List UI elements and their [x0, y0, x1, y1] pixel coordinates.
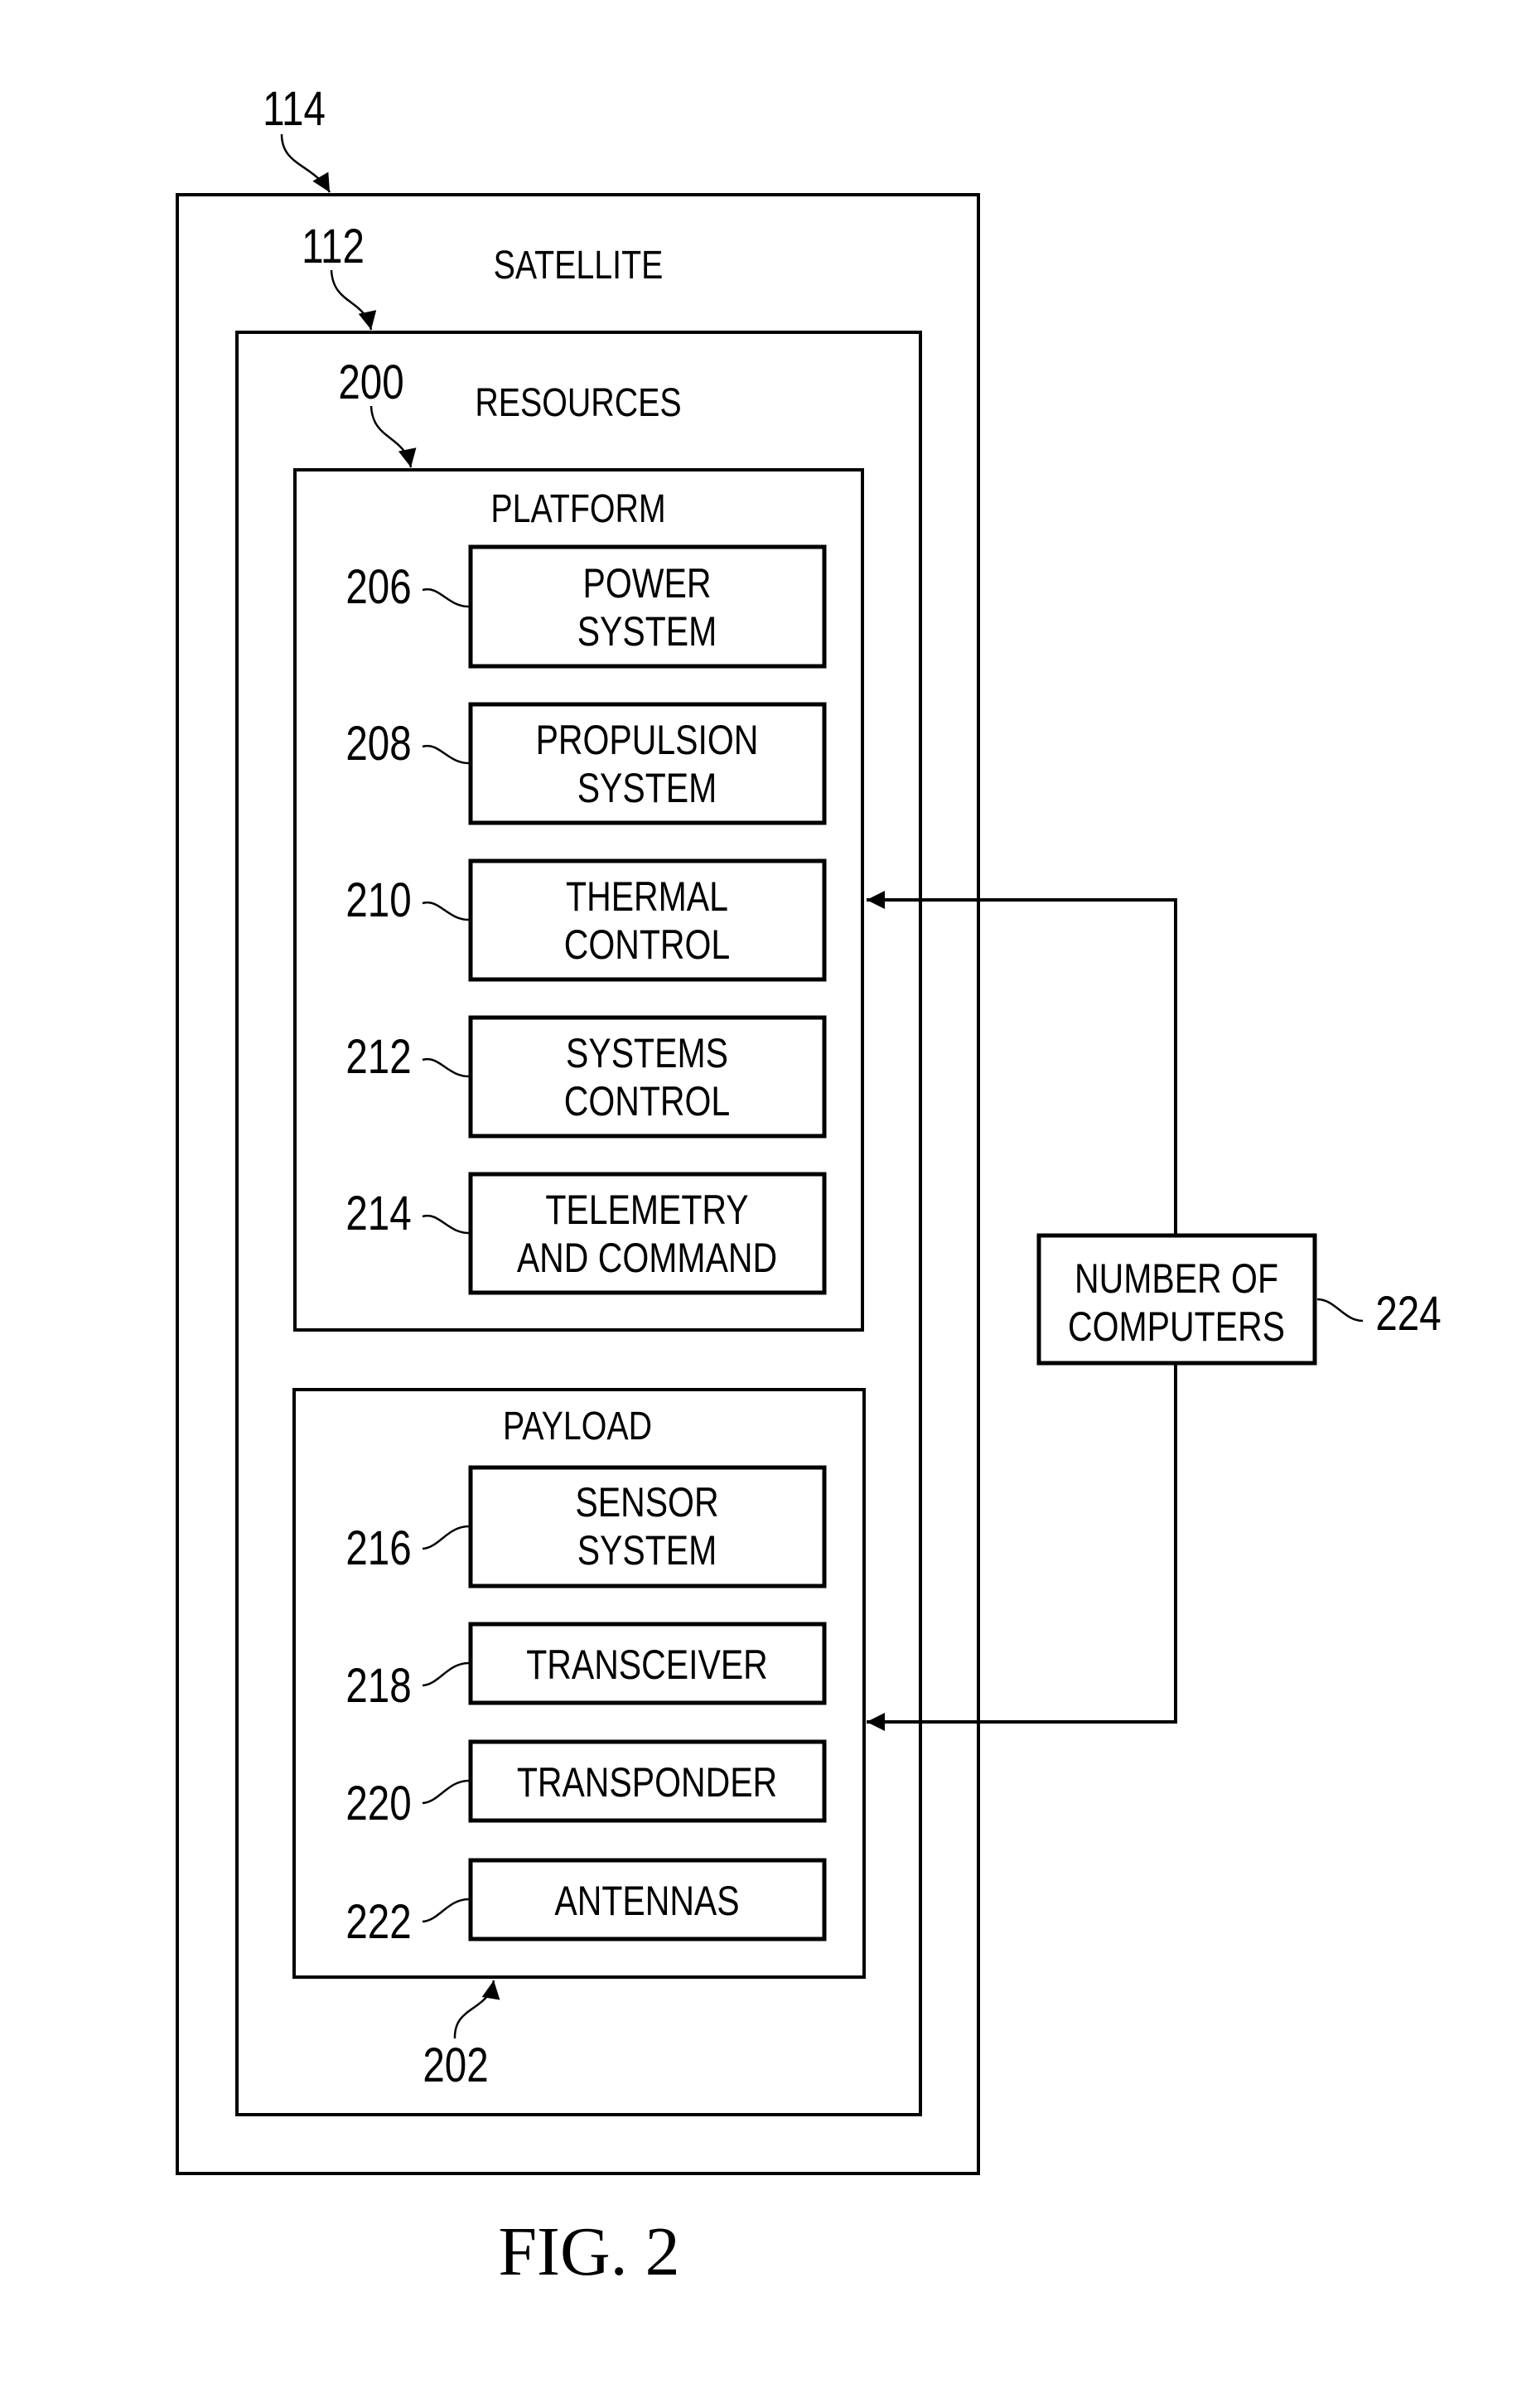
figure-caption: FIG. 2: [498, 2213, 679, 2290]
thermal-control-ref-numeral: 210: [345, 874, 411, 928]
payload-label: PAYLOAD: [503, 1404, 652, 1448]
satellite-ref-arrow-icon: [280, 133, 331, 193]
telemetry-command-label-line2: AND COMMAND: [517, 1235, 777, 1281]
computers-ref-numeral: 224: [1375, 1288, 1441, 1342]
platform-ref-numeral: 200: [338, 356, 403, 410]
platform-ref-arrow-icon: [369, 405, 417, 468]
systems-control-ref-numeral: 212: [345, 1031, 411, 1085]
systems-control-leader-line: [422, 1057, 470, 1078]
transponder-ref-numeral: 220: [345, 1777, 411, 1831]
transceiver-block: TRANSCEIVER 218: [345, 1622, 827, 1714]
sensor-system-label-line1: SENSOR: [575, 1479, 718, 1526]
systems-control-label-line2: CONTROL: [564, 1078, 730, 1124]
transponder-leader-line: [422, 1779, 470, 1805]
satellite-ref-numeral: 114: [263, 83, 326, 137]
antennas-label: ANTENNAS: [554, 1878, 739, 1924]
systems-control-block: SYSTEMS CONTROL 212: [345, 1015, 827, 1139]
power-system-label-line1: POWER: [583, 560, 712, 607]
power-system-ref-numeral: 206: [345, 561, 411, 615]
thermal-control-label-line1: THERMAL: [566, 873, 728, 920]
telemetry-command-label-line1: TELEMETRY: [545, 1187, 748, 1233]
thermal-control-leader-line: [422, 901, 470, 921]
satellite-block-diagram: SATELLITE 114 RESOURCES 112 PLATFORM 200…: [176, 83, 1442, 2290]
telemetry-command-ref-numeral: 214: [345, 1187, 411, 1241]
propulsion-system-label-line2: SYSTEM: [577, 765, 717, 811]
resources-ref-numeral: 112: [302, 220, 365, 274]
computers-label-line1: NUMBER OF: [1075, 1255, 1278, 1302]
antennas-block: ANTENNAS 222: [345, 1858, 827, 1950]
telemetry-command-block: TELEMETRY AND COMMAND 214: [345, 1172, 827, 1295]
antennas-leader-line: [422, 1898, 470, 1923]
transponder-label: TRANSPONDER: [517, 1759, 777, 1806]
telemetry-command-leader-line: [422, 1214, 470, 1235]
computers-label-line2: COMPUTERS: [1068, 1303, 1285, 1350]
propulsion-system-leader-line: [422, 744, 470, 765]
payload-ref-numeral: 202: [423, 2039, 488, 2093]
antennas-ref-numeral: 222: [345, 1896, 411, 1950]
sensor-system-leader-line: [422, 1525, 470, 1550]
thermal-control-block: THERMAL CONTROL 210: [345, 858, 827, 982]
sensor-system-label-line2: SYSTEM: [577, 1527, 717, 1574]
resources-ref-arrow-icon: [330, 269, 377, 331]
computers-leader-line: [1316, 1298, 1364, 1322]
propulsion-system-block: PROPULSION SYSTEM 208: [345, 702, 827, 825]
power-system-label-line2: SYSTEM: [577, 608, 717, 655]
sensor-system-ref-numeral: 216: [345, 1522, 411, 1576]
payload-ref-arrow-icon: [453, 1980, 500, 2039]
transceiver-ref-numeral: 218: [345, 1660, 411, 1714]
propulsion-system-ref-numeral: 208: [345, 718, 411, 771]
transceiver-label: TRANSCEIVER: [526, 1642, 768, 1688]
payload-block: PAYLOAD 202 SENSOR SYSTEM 216 TRANSCEIVE…: [292, 1388, 866, 2093]
power-system-block: POWER SYSTEM 206: [345, 544, 827, 669]
satellite-label: SATELLITE: [494, 243, 664, 288]
connector-to-payload-arrow-icon: [867, 1363, 1177, 1731]
computers-block: NUMBER OF COMPUTERS 224: [867, 891, 1442, 1731]
thermal-control-label-line2: CONTROL: [564, 921, 730, 968]
connector-to-platform-arrow-icon: [867, 891, 1177, 1235]
resources-label: RESOURCES: [475, 380, 681, 425]
propulsion-system-label-line1: PROPULSION: [536, 717, 759, 763]
sensor-system-block: SENSOR SYSTEM 216: [345, 1465, 827, 1588]
platform-block: PLATFORM 200 POWER SYSTEM 206 PROPULSION…: [293, 356, 864, 1332]
platform-label: PLATFORM: [490, 486, 665, 531]
transceiver-leader-line: [422, 1661, 470, 1687]
systems-control-label-line1: SYSTEMS: [566, 1030, 728, 1076]
transponder-block: TRANSPONDER 220: [345, 1739, 827, 1831]
power-system-leader-line: [422, 587, 470, 608]
